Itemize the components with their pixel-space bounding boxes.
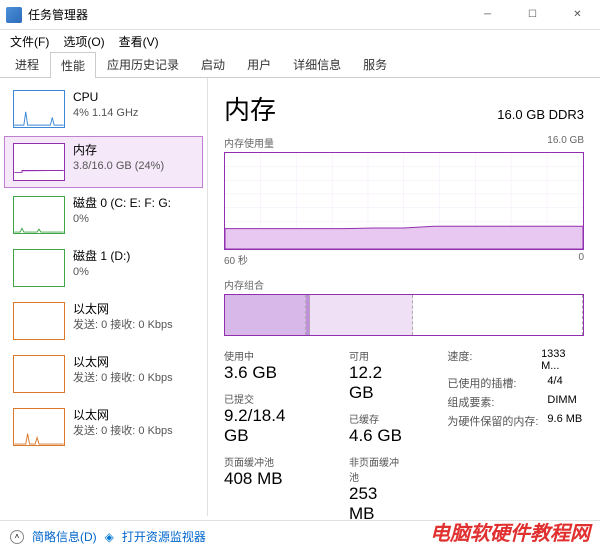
stat-label: 速度: [447,348,541,372]
sidebar-item-val: 3.8/16.0 GB (24%) [73,159,164,173]
stat-row: 使用中3.6 GB [224,348,309,383]
sidebar-thumb [13,196,65,234]
tab-users[interactable]: 用户 [236,51,282,77]
axis-left: 60 秒 [224,252,248,267]
stat-label: 使用中 [224,348,309,363]
tabbar: 进程 性能 应用历史记录 启动 用户 详细信息 服务 [0,52,600,78]
stat-value: 3.6 GB [224,363,309,383]
brief-info-link[interactable]: 简略信息(D) [32,528,97,545]
resmon-icon: ◈ [105,530,114,544]
sidebar-item-val: 发送: 0 接收: 0 Kbps [73,424,173,438]
titlebar: 任务管理器 ─ ☐ ✕ [0,0,600,30]
stat-row: 可用12.2 GB [349,348,407,403]
sidebar-thumb [13,355,65,393]
stat-value: 408 MB [224,469,309,489]
stat-label: 已使用的插槽: [447,375,547,391]
stat-value: 9.6 MB [547,413,582,429]
sidebar-item-name: 磁盘 1 (D:) [73,249,130,265]
stat-label: 已提交 [224,391,309,406]
stat-value: 9.2/18.4 GB [224,406,309,446]
sidebar-item-5[interactable]: 以太网发送: 0 接收: 0 Kbps [4,348,203,400]
open-resmon-link[interactable]: 打开资源监视器 [122,528,206,545]
stat-label: 组成要素: [447,394,547,410]
stat-value: 1333 M... [541,348,584,372]
sidebar-item-val: 发送: 0 接收: 0 Kbps [73,371,173,385]
sidebar-item-name: 以太网 [73,355,173,371]
stats: 使用中3.6 GB 已提交9.2/18.4 GB 页面缓冲池408 MB 可用12.… [224,348,584,532]
menu-options[interactable]: 选项(O) [57,31,110,52]
stat-row: 页面缓冲池408 MB [224,454,309,489]
stat-value: 253 MB [349,484,407,524]
sidebar-item-val: 0% [73,265,130,279]
sidebar-item-3[interactable]: 磁盘 1 (D:)0% [4,242,203,294]
sidebar-item-4[interactable]: 以太网发送: 0 接收: 0 Kbps [4,295,203,347]
window-title: 任务管理器 [28,6,465,23]
sidebar-item-1[interactable]: 内存3.8/16.0 GB (24%) [4,136,203,188]
sidebar-item-name: 以太网 [73,302,173,318]
window-controls: ─ ☐ ✕ [465,0,600,30]
sidebar-item-val: 4% 1.14 GHz [73,106,138,120]
comp-label: 内存组合 [224,277,264,292]
stat-value: 4.6 GB [349,426,407,446]
stat-label: 可用 [349,348,407,363]
sidebar-item-name: CPU [73,90,138,106]
comp-free [413,295,583,335]
stat-value: DIMM [547,394,576,410]
tab-performance[interactable]: 性能 [50,52,96,78]
stat-row: 为硬件保留的内存:9.6 MB [447,413,584,429]
stat-label: 非页面缓冲池 [349,454,407,484]
menu-file[interactable]: 文件(F) [4,31,55,52]
sidebar-item-name: 内存 [73,143,164,159]
detail-title: 内存 [224,90,276,127]
comp-standby [310,295,413,335]
tab-startup[interactable]: 启动 [190,51,236,77]
memory-spec: 16.0 GB DDR3 [497,107,584,122]
tab-processes[interactable]: 进程 [4,51,50,77]
stat-value: 4/4 [547,375,562,391]
close-button[interactable]: ✕ [555,0,600,30]
stat-row: 组成要素:DIMM [447,394,584,410]
app-icon [6,7,22,23]
watermark: 电脑软硬件教程网 [430,517,590,546]
menu-view[interactable]: 查看(V) [113,31,165,52]
stat-row: 速度:1333 M... [447,348,584,372]
stat-row: 已提交9.2/18.4 GB [224,391,309,446]
stat-label: 已缓存 [349,411,407,426]
stat-row: 非页面缓冲池253 MB [349,454,407,524]
tab-details[interactable]: 详细信息 [282,51,352,77]
sidebar-thumb [13,302,65,340]
sidebar-item-name: 磁盘 0 (C: E: F: G: [73,196,171,212]
sidebar-item-0[interactable]: CPU4% 1.14 GHz [4,83,203,135]
tab-apphistory[interactable]: 应用历史记录 [96,51,190,77]
memory-usage-chart [224,152,584,250]
sidebar-item-val: 发送: 0 接收: 0 Kbps [73,318,173,332]
stat-row: 已使用的插槽:4/4 [447,375,584,391]
usage-max: 16.0 GB [547,135,584,150]
stat-value: 12.2 GB [349,363,407,403]
sidebar-item-name: 以太网 [73,408,173,424]
maximize-button[interactable]: ☐ [510,0,555,30]
sidebar-item-2[interactable]: 磁盘 0 (C: E: F: G:0% [4,189,203,241]
content: CPU4% 1.14 GHz内存3.8/16.0 GB (24%)磁盘 0 (C… [0,78,600,516]
sidebar-item-val: 0% [73,212,171,226]
usage-label: 内存使用量 [224,135,274,150]
tab-services[interactable]: 服务 [352,51,398,77]
axis-right: 0 [578,252,584,267]
sidebar-thumb [13,249,65,287]
sidebar-item-6[interactable]: 以太网发送: 0 接收: 0 Kbps [4,401,203,453]
sidebar-thumb [13,143,65,181]
minimize-button[interactable]: ─ [465,0,510,30]
stat-label: 为硬件保留的内存: [447,413,547,429]
stat-label: 页面缓冲池 [224,454,309,469]
stat-row: 已缓存4.6 GB [349,411,407,446]
sidebar-thumb [13,408,65,446]
memory-composition-chart [224,294,584,336]
sidebar: CPU4% 1.14 GHz内存3.8/16.0 GB (24%)磁盘 0 (C… [0,78,208,516]
detail-pane: 内存 16.0 GB DDR3 内存使用量 16.0 GB 60 秒 0 内存组… [208,78,600,516]
chevron-up-icon[interactable]: ˄ [10,530,24,544]
sidebar-thumb [13,90,65,128]
menubar: 文件(F) 选项(O) 查看(V) [0,30,600,52]
comp-in_use [225,295,306,335]
